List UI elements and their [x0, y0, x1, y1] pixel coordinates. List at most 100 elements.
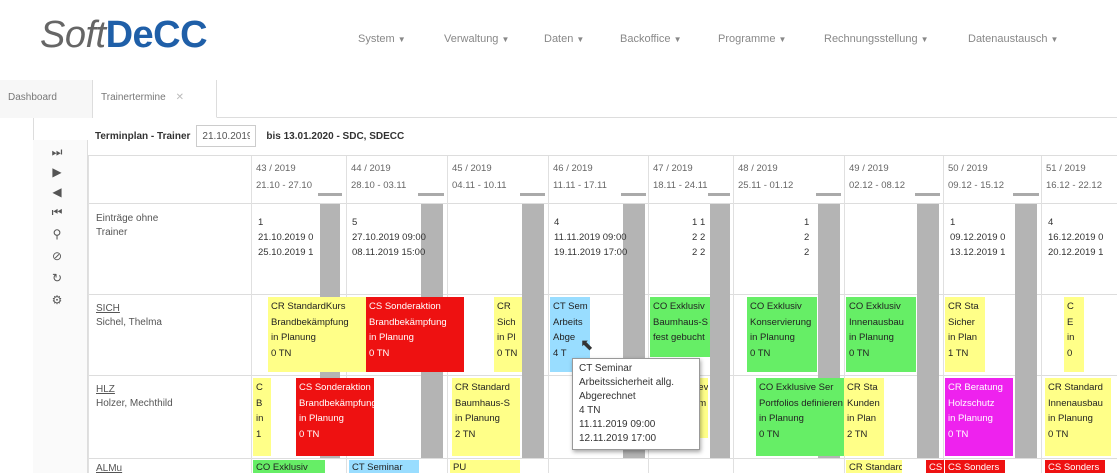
trainer-code-link[interactable]: ALMu — [96, 462, 122, 473]
week-header: 43 / 2019 21.10 - 27.10 — [256, 163, 312, 191]
first-page-icon[interactable]: ⏭ — [47, 144, 67, 160]
menu-datenaustausch[interactable]: Datenaustausch ▼ — [968, 33, 1058, 45]
last-page-icon[interactable]: ⏮ — [47, 204, 67, 220]
weekend-column — [522, 204, 544, 458]
weekend-marker — [708, 193, 730, 196]
from-date-input[interactable] — [196, 125, 257, 147]
chevron-down-icon: ▼ — [576, 35, 585, 44]
event-block[interactable]: CS — [926, 460, 944, 473]
gear-icon[interactable]: ⚙ — [47, 292, 67, 308]
menu-daten[interactable]: Daten ▼ — [544, 33, 584, 45]
event-block[interactable]: CR StandardKurs Brandbekämpfung in Planung… — [268, 297, 368, 372]
event-block[interactable]: CR Sta Sicher in Plan 1 TN — [945, 297, 985, 372]
weekend-marker — [621, 193, 646, 196]
event-block[interactable]: CR Standard Baumhaus-S in Planung 2 TN — [452, 378, 520, 456]
chevron-down-icon: ▼ — [1050, 35, 1059, 44]
refresh-icon[interactable]: ↻ — [47, 270, 67, 286]
event-block[interactable]: CO Exklusive Ser Portfolios definieren in … — [756, 378, 844, 456]
event-block[interactable]: CO Exklusiv Baumhaus-S fest gebucht — [650, 297, 710, 357]
event-block[interactable]: CT Seminar — [349, 460, 419, 473]
event-block[interactable]: C Bin 1 — [253, 378, 271, 456]
tab-trainertermine-label: Trainertermine — [101, 92, 166, 103]
chevron-down-icon: ▼ — [501, 35, 510, 44]
menu-rechnungsstellung[interactable]: Rechnungsstellung ▼ — [824, 33, 929, 45]
row-divider — [88, 294, 1117, 295]
trainer-code-link[interactable]: SICH — [96, 302, 162, 316]
event-block[interactable]: PU — [450, 460, 520, 473]
weekend-column — [1015, 204, 1037, 458]
weekend-marker — [520, 193, 545, 196]
unassigned-cell[interactable]: 4 11.11.2019 09:00 19.11.2019 17:00 — [554, 215, 646, 260]
weekend-marker — [418, 193, 444, 196]
menu-verwaltung[interactable]: Verwaltung ▼ — [444, 33, 509, 45]
event-block[interactable]: CS Sonderaktion Brandbekämpfung in Planung… — [296, 378, 374, 456]
event-tooltip: CT Seminar Arbeitssicherheit allg. Abger… — [572, 358, 700, 450]
event-block[interactable]: CR Sich in Pl 0 TN — [494, 297, 522, 372]
row-divider — [88, 203, 1117, 204]
plan-until-text: bis 13.01.2020 - SDC, SDECC — [266, 130, 405, 142]
event-block[interactable]: C Ein 0 — [1064, 297, 1084, 372]
plan-header: Terminplan - Trainer bis 13.01.2020 - SD… — [95, 124, 404, 148]
row-label-unassigned: Einträge ohne Trainer — [96, 213, 159, 238]
weekend-marker — [1013, 193, 1039, 196]
unassigned-cell[interactable]: 5 27.10.2019 09:00 08.11.2019 15:00 — [352, 215, 444, 260]
unassigned-cell[interactable]: 1 21.10.2019 0 25.10.2019 1 — [258, 215, 318, 260]
event-block[interactable]: CR Standard — [846, 460, 902, 473]
tab-dashboard-label: Dashboard — [8, 92, 57, 103]
row-label-sich: SICH Sichel, Thelma — [96, 302, 162, 328]
weekend-marker — [318, 193, 342, 196]
event-block[interactable]: CR Beratung Holzschutz in Planung 0 TN — [945, 378, 1013, 456]
previous-icon[interactable]: ◀ — [47, 184, 67, 200]
mouse-pointer-icon: ⬉ — [580, 337, 594, 354]
unassigned-cell[interactable]: 4 16.12.2019 0 20.12.2019 1 — [1048, 215, 1114, 260]
event-block[interactable]: CR Standard Innenausbau in Planung 0 TN — [1045, 378, 1111, 456]
col-divider — [548, 156, 549, 473]
weekend-marker — [816, 193, 841, 196]
col-divider — [88, 156, 89, 473]
weekend-column — [710, 204, 730, 458]
unassigned-cell[interactable]: 1 09.12.2019 0 13.12.2019 1 — [950, 215, 1012, 260]
event-block[interactable]: CS Sonders — [1045, 460, 1105, 473]
row-label-almu: ALMu — [96, 462, 122, 473]
link-icon[interactable]: ⊘ — [47, 248, 67, 264]
row-label-hlz: HLZ Holzer, Mechthild — [96, 383, 173, 409]
week-header: 44 / 2019 28.10 - 03.11 — [351, 163, 407, 191]
menu-backoffice[interactable]: Backoffice ▼ — [620, 33, 681, 45]
chevron-down-icon: ▼ — [920, 35, 929, 44]
week-header: 50 / 2019 09.12 - 15.12 — [948, 163, 1004, 191]
unassigned-cell[interactable]: 122 — [804, 215, 814, 260]
week-header: 51 / 2019 16.12 - 22.12 — [1046, 163, 1102, 191]
week-header: 49 / 2019 02.12 - 08.12 — [849, 163, 905, 191]
plan-title: Terminplan - Trainer — [95, 130, 191, 142]
tab-trainertermine[interactable]: Trainertermine ✕ — [93, 80, 217, 118]
search-icon[interactable]: ⚲ — [47, 226, 67, 242]
event-block[interactable]: CO Exklusiv Konservierung in Planung 0 TN — [747, 297, 817, 372]
side-toolbar: ⏭ ▶ ◀ ⏮ ⚲ ⊘ ↻ ⚙ — [33, 140, 88, 473]
menu-programme[interactable]: Programme ▼ — [718, 33, 786, 45]
chevron-down-icon: ▼ — [778, 35, 787, 44]
event-block[interactable]: CO Exklusiv Innenausbau in Planung 0 TN — [846, 297, 916, 372]
tab-dashboard[interactable]: Dashboard — [0, 80, 93, 118]
row-divider — [88, 458, 1117, 459]
event-block[interactable]: CS Sonders — [945, 460, 1005, 473]
logo-part-soft: Soft — [40, 14, 106, 56]
tab-bar: Dashboard Trainertermine ✕ — [0, 80, 1117, 118]
trainer-code-link[interactable]: HLZ — [96, 383, 173, 397]
event-block[interactable]: CO Exklusiv — [253, 460, 325, 473]
menu-system[interactable]: System ▼ — [358, 33, 406, 45]
top-navbar: SoftDeCC System ▼ Verwaltung ▼ Daten ▼ Back… — [0, 0, 1117, 74]
unassigned-cell[interactable]: 122 — [700, 215, 708, 260]
unassigned-cell[interactable]: 122 — [692, 215, 700, 260]
weekend-column — [917, 204, 939, 458]
logo-part-decc: DeCC — [105, 14, 208, 56]
col-divider — [1041, 156, 1042, 473]
col-divider — [251, 156, 252, 473]
event-block[interactable]: CS Sonderaktion Brandbekämpfung in Planung… — [366, 297, 464, 372]
next-icon[interactable]: ▶ — [47, 164, 67, 180]
week-header: 47 / 2019 18.11 - 24.11 — [653, 163, 708, 191]
chevron-down-icon: ▼ — [673, 35, 682, 44]
week-header: 48 / 2019 25.11 - 01.12 — [738, 163, 794, 191]
close-icon[interactable]: ✕ — [176, 92, 184, 103]
event-block[interactable]: CR Sta Kunden in Plan 2 TN — [844, 378, 884, 456]
softdecc-logo[interactable]: SoftDeCC — [40, 14, 208, 57]
